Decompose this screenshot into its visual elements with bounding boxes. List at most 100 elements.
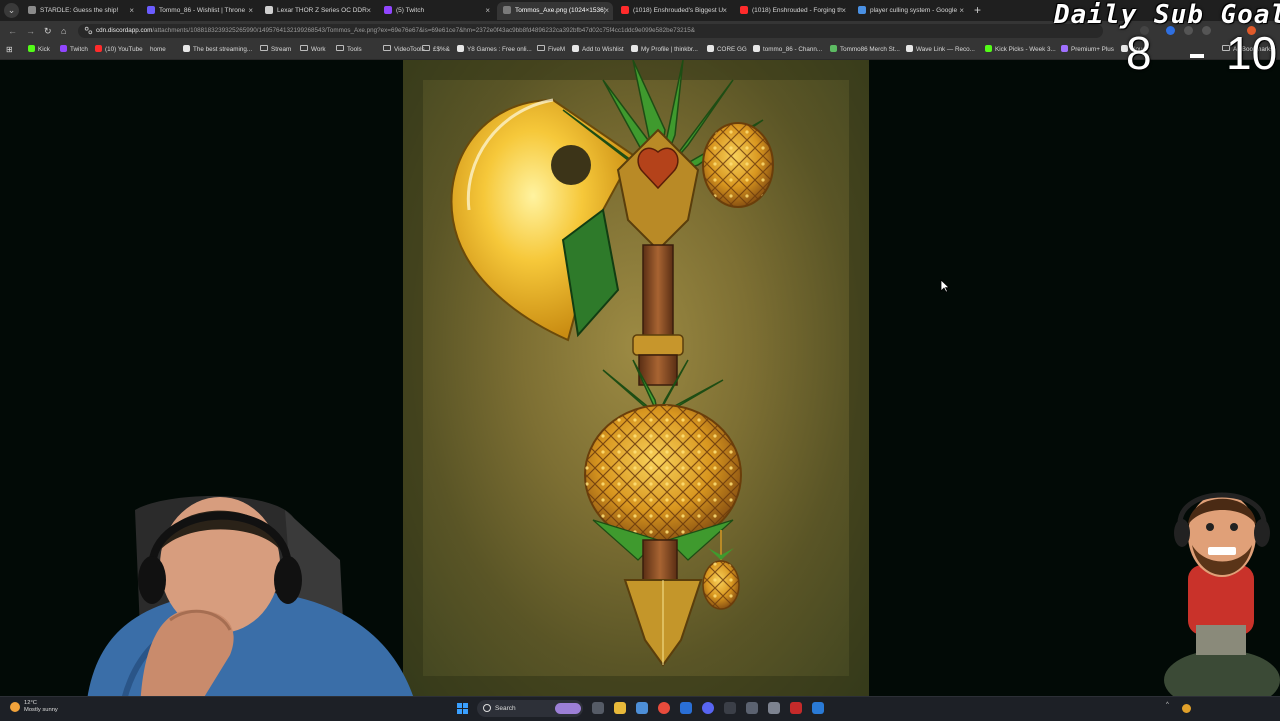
bookmark-favicon-icon [830,44,837,52]
tab-favicon-icon [858,6,866,14]
app-icon[interactable] [636,702,648,714]
tray-overflow-icon[interactable]: ^ [1166,702,1169,708]
bookmark-item[interactable]: Add to Wishlist [572,41,624,58]
tab-search-icon[interactable]: ⌄ [4,3,19,18]
tab-close-icon[interactable]: × [722,2,727,20]
home-icon[interactable]: ⌂ [61,25,66,37]
bookmark-item[interactable]: Tommo86 Merch St... [830,41,900,58]
browser-tab[interactable]: (1018) Enshrouded - Forging th × [734,2,850,20]
back-icon[interactable]: ← [8,25,17,37]
tab-title: Tommo_86 - Wishlist | Throne [159,7,246,14]
chrome-icon[interactable] [658,702,670,714]
tab-favicon-icon [740,6,748,14]
tab-title: Lexar THOR Z Series OC DDR5 [277,7,367,14]
tab-favicon-icon [621,6,629,14]
steam-icon[interactable] [812,702,824,714]
browser-tab[interactable]: Tommo_86 - Wishlist | Throne × [141,2,257,20]
discord-icon[interactable] [702,702,714,714]
browser-tab[interactable]: player culling system - Google × [852,2,968,20]
bookmark-item[interactable]: Kick [28,41,50,58]
tab-close-icon[interactable]: × [959,2,964,20]
bookmark-item[interactable]: Twitch [60,41,88,58]
browser-tab[interactable]: (5) Twitch × [378,2,494,20]
browser-tab[interactable]: Lexar THOR Z Series OC DDR5 × [259,2,375,20]
bookmark-item[interactable]: (10) YouTube [95,41,143,58]
url-path: /attachments/1088183239325265990/1495764… [152,27,695,34]
bookmark-favicon-icon [631,44,638,52]
tab-favicon-icon [384,6,392,14]
browser-tab[interactable]: (1018) Enshrouded's Biggest U × [615,2,731,20]
app-icon-4[interactable] [746,702,758,714]
reload-icon[interactable]: ↻ [44,25,52,37]
bookmark-favicon-icon [183,44,190,52]
bookmark-item[interactable]: Tools [336,41,362,58]
sun-icon [10,702,20,712]
tab-close-icon[interactable]: × [604,2,609,20]
tab-favicon-icon [265,6,273,14]
weather-desc: Mostly sunny [24,707,58,713]
bookmark-item[interactable]: home [150,41,166,58]
url-host: cdn.discordapp.com [96,27,153,34]
bookmark-item[interactable]: The best streaming... [183,41,252,58]
bookmark-item[interactable]: CORE GG [707,41,747,58]
bookmark-label: FiveM [548,46,566,53]
browser-tab[interactable]: STARDLE: Guess the ship! × [22,2,138,20]
task-view-icon[interactable] [592,702,604,714]
windows-taskbar: 12°C Mostly sunny Search ^ [0,696,1280,721]
tab-close-icon[interactable]: × [366,2,371,20]
bookmark-label: Kick [38,46,50,53]
bookmark-label: Add to Wishlist [582,46,624,53]
bookmark-item[interactable]: Work [300,41,326,58]
tray-icon[interactable] [1182,704,1191,713]
apps-grid-icon[interactable]: ⊞ [6,41,13,58]
address-bar[interactable]: cdn.discordapp.com/attachments/108818323… [78,24,1103,38]
bookmark-label: Stream [271,46,292,53]
taskbar-search[interactable]: Search [477,700,583,717]
bookmark-label: £$%& [433,46,450,53]
bookmark-item[interactable]: Wave Link — Reco... [906,41,975,58]
tab-close-icon[interactable]: × [841,2,846,20]
bookmark-label: CORE GG [717,46,747,53]
tab-close-icon[interactable]: × [485,2,490,20]
app-icon-5[interactable] [768,702,780,714]
avatar-image [1164,492,1280,710]
tab-favicon-icon [147,6,155,14]
tab-favicon-icon [28,6,36,14]
bookmark-item[interactable]: Stream [260,41,291,58]
bookmark-label: Work [311,46,326,53]
search-icon [483,704,491,712]
bookmark-item[interactable]: Y8 Games : Free onli... [457,41,532,58]
folder-icon [537,45,545,52]
bookmark-item[interactable]: Premium+ Plus [1061,41,1114,58]
bookmark-label: Y8 Games : Free onli... [467,46,532,53]
bookmark-favicon-icon [95,44,102,52]
start-button[interactable] [457,703,469,715]
app-icon-6[interactable] [790,702,802,714]
bookmark-favicon-icon [906,44,913,52]
site-info-icon[interactable] [84,26,93,35]
new-tab-button[interactable]: + [974,3,981,17]
bookmark-label: tommo_86 - Chann... [763,46,823,53]
image-viewer[interactable] [403,60,869,696]
bookmark-label: Kick Picks - Week 3... [995,46,1056,53]
bookmark-item[interactable]: My Profile | thinkbr... [631,41,698,58]
bookmark-label: (10) YouTube [105,46,143,53]
tab-close-icon[interactable]: × [129,2,134,20]
bookmark-item[interactable]: VideoTools [383,41,425,58]
bookmark-item[interactable]: tommo_86 - Chann... [753,41,822,58]
tab-title: (5) Twitch [396,7,425,14]
bookmark-label: My Profile | thinkbr... [641,46,698,53]
app-icon-2[interactable] [680,702,692,714]
bookmark-item[interactable]: Kick Picks - Week 3... [985,41,1056,58]
bookmark-label: Tommo86 Merch St... [840,46,900,53]
browser-tab[interactable]: Tommos_Axe.png (1024×1536) × [497,2,613,20]
bookmark-item[interactable]: £$%& [422,41,450,58]
bookmark-item[interactable]: FiveM [537,41,565,58]
forward-icon[interactable]: → [26,25,35,37]
app-icon-3[interactable] [724,702,736,714]
folder-icon [300,45,308,52]
weather-temp: 12°C [24,700,37,706]
tab-close-icon[interactable]: × [248,2,253,20]
bookmark-label: Premium+ Plus [1071,46,1114,53]
file-explorer-icon[interactable] [614,702,626,714]
